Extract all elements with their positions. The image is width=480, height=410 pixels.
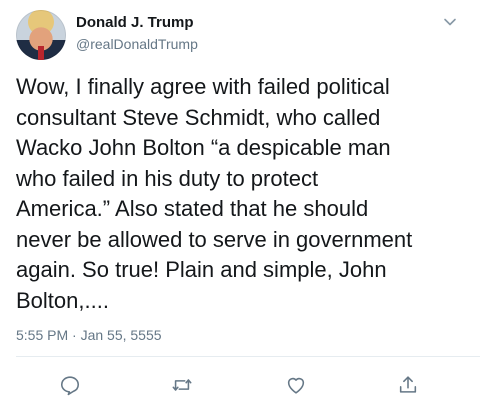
divider <box>16 356 480 357</box>
author-handle[interactable]: @realDonaldTrump <box>76 35 198 53</box>
like-button[interactable] <box>283 372 309 398</box>
tweet-timestamp[interactable]: 5:55 PM · Jan 55, 5555 <box>16 327 162 343</box>
share-button[interactable] <box>395 372 421 398</box>
avatar-tie-detail <box>38 46 44 60</box>
tweet-actions <box>0 372 480 398</box>
retweet-button[interactable] <box>169 372 195 398</box>
author-info: Donald J. Trump @realDonaldTrump <box>76 14 198 53</box>
like-icon <box>287 377 305 394</box>
reply-icon <box>60 376 80 396</box>
share-icon <box>399 376 417 393</box>
avatar[interactable] <box>16 10 66 60</box>
author-display-name[interactable]: Donald J. Trump <box>76 14 198 32</box>
reply-button[interactable] <box>57 372 83 398</box>
tweet-card: Donald J. Trump @realDonaldTrump Wow, I … <box>0 0 480 410</box>
tweet-text: Wow, I finally agree with failed politic… <box>16 74 413 313</box>
tweet-header: Donald J. Trump @realDonaldTrump <box>16 10 464 62</box>
retweet-icon <box>172 379 192 391</box>
chevron-down-icon[interactable] <box>442 14 458 30</box>
